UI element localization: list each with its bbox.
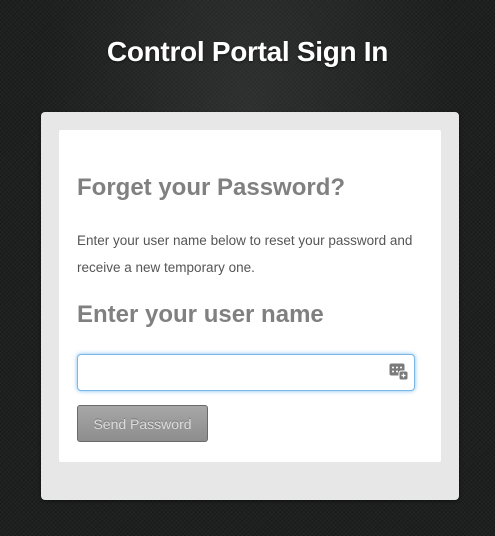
username-heading: Enter your user name (77, 301, 324, 328)
page-title: Control Portal Sign In (106, 36, 389, 67)
username-field-wrapper (77, 354, 415, 391)
username-input[interactable] (77, 354, 415, 391)
instructions-text: Enter your user name below to reset your… (77, 233, 413, 275)
keychain-icon[interactable] (389, 363, 409, 381)
send-password-button[interactable]: Send Password (77, 405, 208, 442)
forgot-password-heading: Forget your Password? (77, 174, 346, 201)
signin-panel: Forget your Password? Enter your user na… (41, 112, 459, 500)
forgot-password-card: Forget your Password? Enter your user na… (59, 130, 441, 462)
